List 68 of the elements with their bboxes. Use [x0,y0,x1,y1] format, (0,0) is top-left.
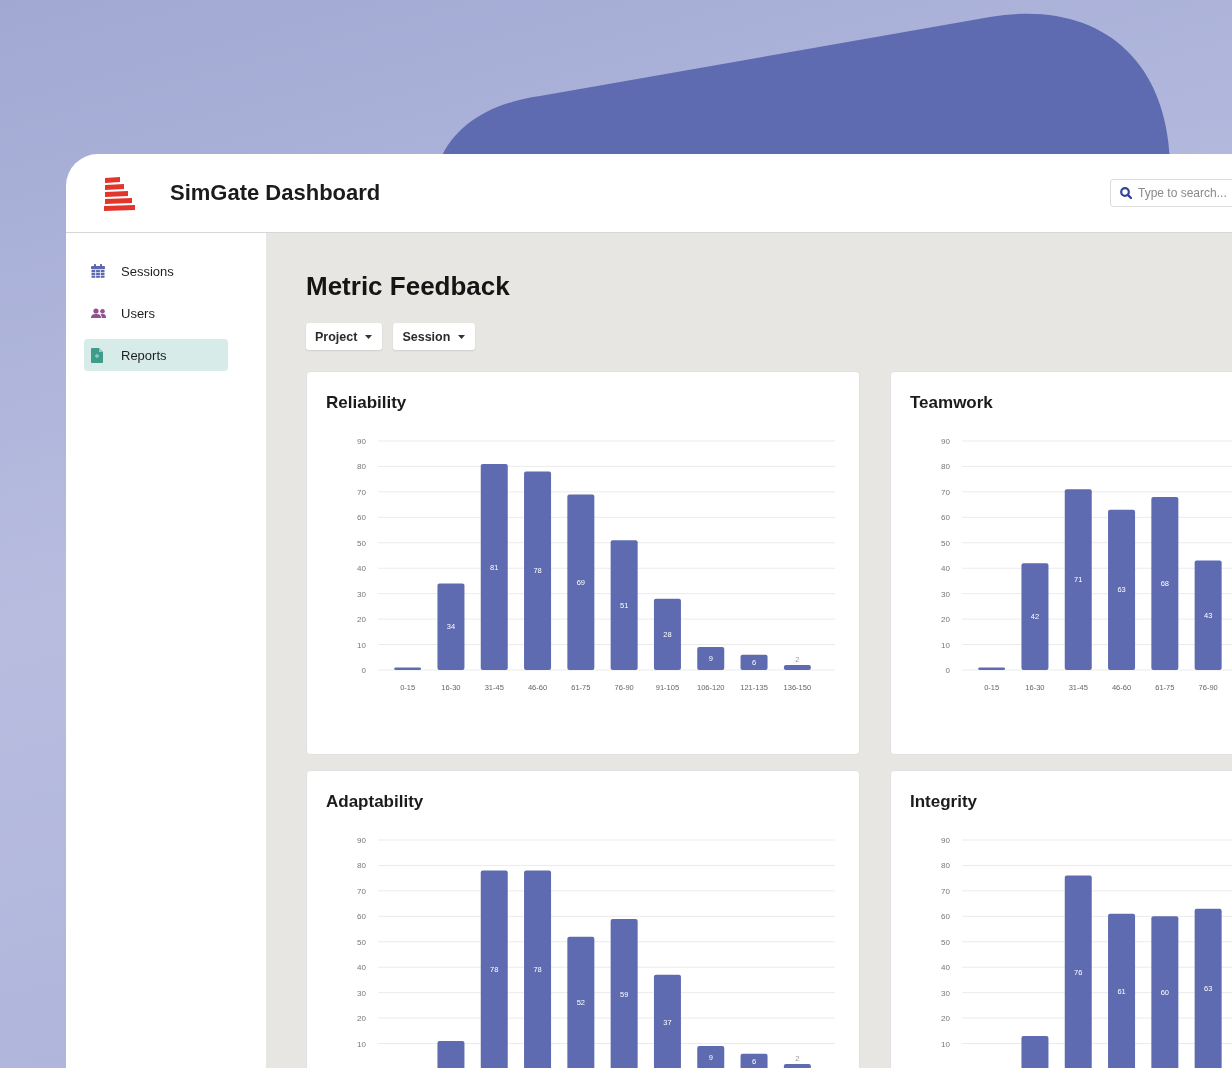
y-axis-label: 80 [357,462,366,472]
search-icon [1120,187,1132,199]
y-axis-label: 60 [357,912,366,922]
y-axis-label: 30 [357,589,366,599]
page-heading: Metric Feedback [306,270,511,302]
y-axis-label: 60 [941,912,950,922]
chart-title: Teamwork [909,392,994,413]
chart-bar [437,1041,465,1068]
y-axis-label: 90 [941,836,950,845]
y-axis-label: 90 [357,836,366,845]
y-axis-label: 60 [941,513,950,523]
sidebar-item[interactable]: Sessions [84,255,228,287]
y-axis-label: 50 [357,937,366,947]
chart-bar [978,667,1006,670]
y-axis-label: 90 [357,437,366,446]
chart-bar [1021,1035,1049,1068]
y-axis-label: 20 [357,615,366,625]
chart-bar [783,1063,811,1068]
search-field[interactable]: Type to search... [1110,179,1232,207]
y-axis-label: 30 [941,988,950,998]
y-axis-label: 80 [941,861,950,871]
y-axis-label: 40 [357,963,366,973]
y-axis-label: 30 [357,988,366,998]
y-axis-label: 50 [941,937,950,947]
chart-bar [697,647,725,670]
chart-bar [394,667,422,670]
caret-icon [458,334,466,339]
chart-bar [740,654,768,670]
y-axis-label: 90 [941,437,950,446]
chart-bar [697,1046,725,1068]
y-axis-label: 80 [357,861,366,871]
y-axis-label: 30 [941,589,950,599]
users-icon [91,308,106,318]
chart-title: Reliability [325,392,408,413]
y-axis-label: 70 [357,886,366,896]
y-axis-label: 10 [941,640,950,650]
filter-dropdown[interactable]: Project [306,323,383,350]
y-axis-label: 80 [941,462,950,472]
y-axis-label: 70 [941,487,950,497]
chart-bar [783,664,811,670]
y-axis-label: 20 [941,615,950,625]
y-axis-label: 50 [357,538,366,548]
y-axis-label: 10 [941,1039,950,1049]
y-axis-label: 10 [357,640,366,650]
app-title: SimGate Dashboard [170,180,381,206]
y-axis-label: 10 [357,1039,366,1049]
chart-title: Adaptability [325,791,425,812]
y-axis-label: 20 [941,1014,950,1024]
y-axis-label: 20 [357,1014,366,1024]
y-axis-label: 60 [357,513,366,523]
y-axis-label: 0 [945,666,950,675]
y-axis-label: 50 [941,538,950,548]
sidebar-item[interactable]: Reports [84,339,228,371]
y-axis-label: 40 [941,963,950,973]
y-axis-label: 40 [941,564,950,574]
y-axis-label: 70 [357,487,366,497]
chart-bar [740,1053,768,1068]
chart-bar [653,598,681,670]
y-axis-label: 40 [357,564,366,574]
sidebar-item[interactable]: Users [84,297,228,329]
chart-title: Integrity [909,791,979,812]
filter-dropdown[interactable]: Session [393,323,476,350]
y-axis-label: 70 [941,886,950,896]
calendar-icon [91,264,105,278]
y-axis-label: 0 [361,666,366,675]
document-icon [91,347,103,363]
caret-icon [365,334,373,339]
striped-logo-icon [104,177,136,211]
